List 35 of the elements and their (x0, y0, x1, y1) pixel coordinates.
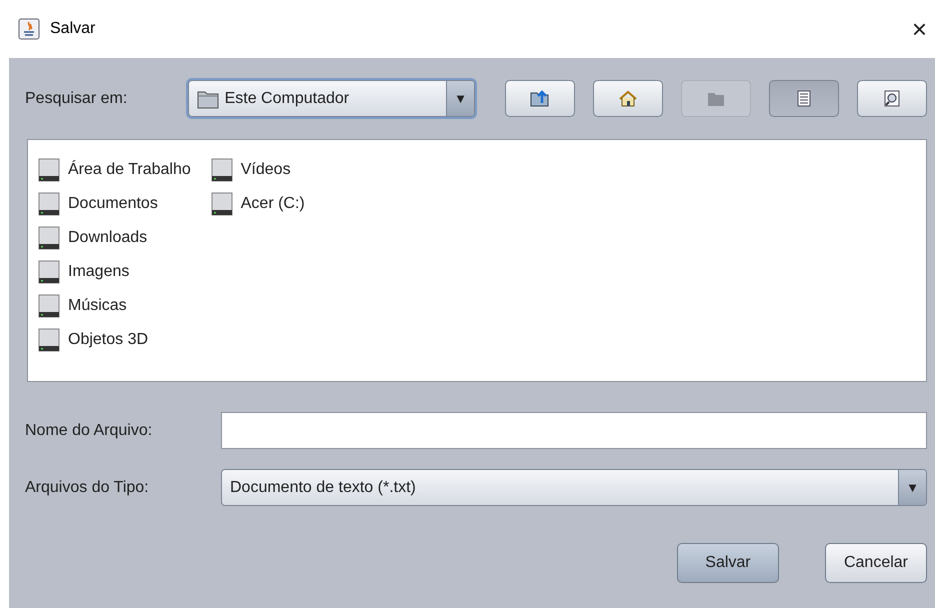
file-type-dropdown[interactable]: Documento de texto (*.txt) ▼ (221, 469, 927, 506)
drive-icon (38, 294, 60, 318)
drive-icon (38, 158, 60, 182)
drive-icon (38, 328, 60, 352)
save-button[interactable]: Salvar (676, 543, 779, 583)
dropdown-value: Este Computador (224, 88, 350, 108)
home-button[interactable] (593, 80, 663, 117)
drive-icon (210, 192, 233, 216)
look-in-dropdown[interactable]: Este Computador ▼ (188, 80, 475, 117)
drive-icon (38, 192, 60, 216)
file-item[interactable]: Acer (C:) (210, 190, 305, 218)
look-in-label: Pesquisar em: (25, 88, 128, 108)
drive-icon (38, 260, 60, 284)
file-item[interactable]: Vídeos (210, 156, 305, 184)
cancel-button[interactable]: Cancelar (824, 543, 927, 583)
file-type-label: Arquivos do Tipo: (25, 478, 150, 498)
app-icon (18, 18, 40, 40)
file-name-label: Nome do Arquivo: (25, 420, 154, 440)
file-item[interactable]: Objetos 3D (38, 326, 191, 354)
file-item[interactable]: Imagens (38, 258, 191, 286)
details-view-button[interactable] (857, 80, 927, 117)
file-item[interactable]: Músicas (38, 292, 191, 320)
file-name-field[interactable] (221, 412, 927, 449)
folder-up-button[interactable] (505, 80, 575, 117)
drive-icon (210, 158, 233, 182)
file-item[interactable]: Downloads (38, 224, 191, 252)
drive-icon (38, 226, 60, 250)
folder-up-icon (529, 88, 551, 110)
window-title: Salvar (50, 19, 96, 39)
list-view-button[interactable] (769, 80, 839, 117)
dropdown-value: Documento de texto (*.txt) (230, 478, 416, 498)
folder-icon (196, 88, 219, 108)
file-item[interactable]: Área de Trabalho (38, 156, 191, 184)
file-item[interactable]: Documentos (38, 190, 191, 218)
close-button[interactable]: × (912, 16, 927, 42)
